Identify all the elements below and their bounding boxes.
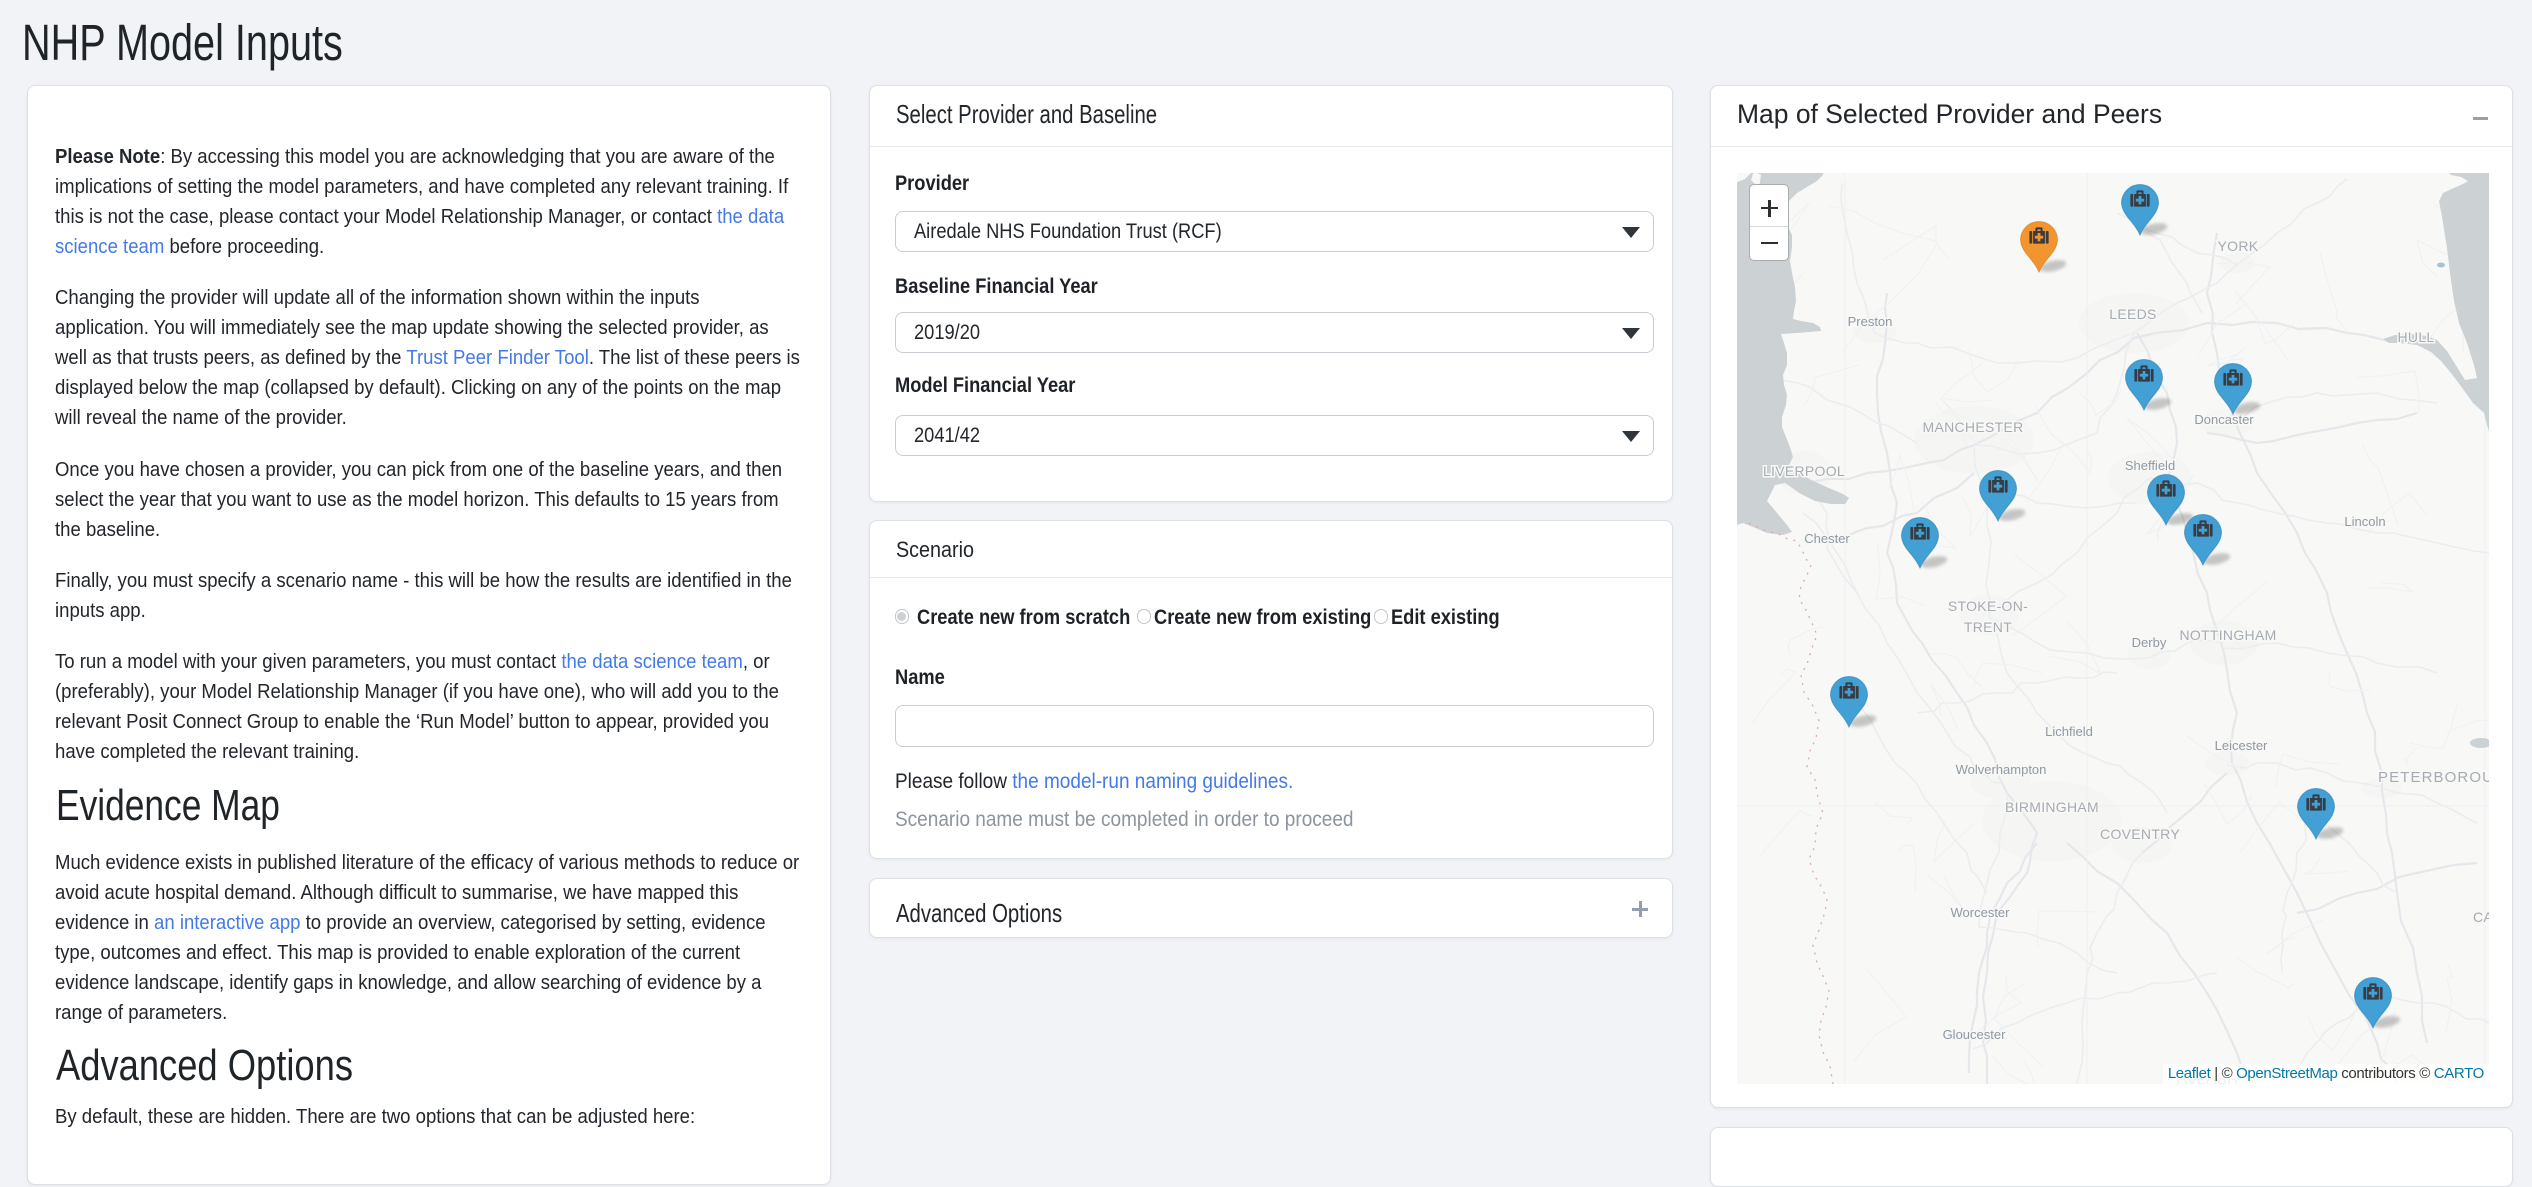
- svg-text:HULL: HULL: [2398, 329, 2435, 345]
- svg-text:TRENT: TRENT: [1964, 619, 2012, 635]
- svg-text:Worcester: Worcester: [1951, 905, 2011, 920]
- svg-text:PETERBOROUGH: PETERBOROUGH: [2378, 769, 2489, 786]
- svg-text:Lichfield: Lichfield: [2045, 724, 2093, 739]
- svg-text:Preston: Preston: [1848, 314, 1893, 329]
- svg-text:Leicester: Leicester: [2215, 738, 2268, 753]
- svg-text:STOKE-ON-: STOKE-ON-: [1948, 598, 2028, 614]
- svg-text:Wolverhampton: Wolverhampton: [1956, 762, 2047, 777]
- svg-text:Derby: Derby: [2132, 635, 2167, 650]
- svg-text:BIRMINGHAM: BIRMINGHAM: [2005, 799, 2099, 815]
- svg-text:CAMB: CAMB: [2473, 909, 2489, 925]
- svg-text:LIVERPOOL: LIVERPOOL: [1763, 463, 1845, 479]
- svg-text:NOTTINGHAM: NOTTINGHAM: [2179, 627, 2276, 643]
- svg-text:Sheffield: Sheffield: [2125, 458, 2175, 473]
- svg-text:YORK: YORK: [2218, 238, 2259, 254]
- svg-text:MANCHESTER: MANCHESTER: [1922, 419, 2023, 435]
- svg-text:Gloucester: Gloucester: [1943, 1027, 2007, 1042]
- svg-text:LEEDS: LEEDS: [2109, 306, 2156, 322]
- svg-text:Chester: Chester: [1804, 531, 1850, 546]
- svg-text:Lincoln: Lincoln: [2344, 514, 2385, 529]
- svg-text:COVENTRY: COVENTRY: [2100, 826, 2180, 842]
- svg-text:Doncaster: Doncaster: [2194, 412, 2254, 427]
